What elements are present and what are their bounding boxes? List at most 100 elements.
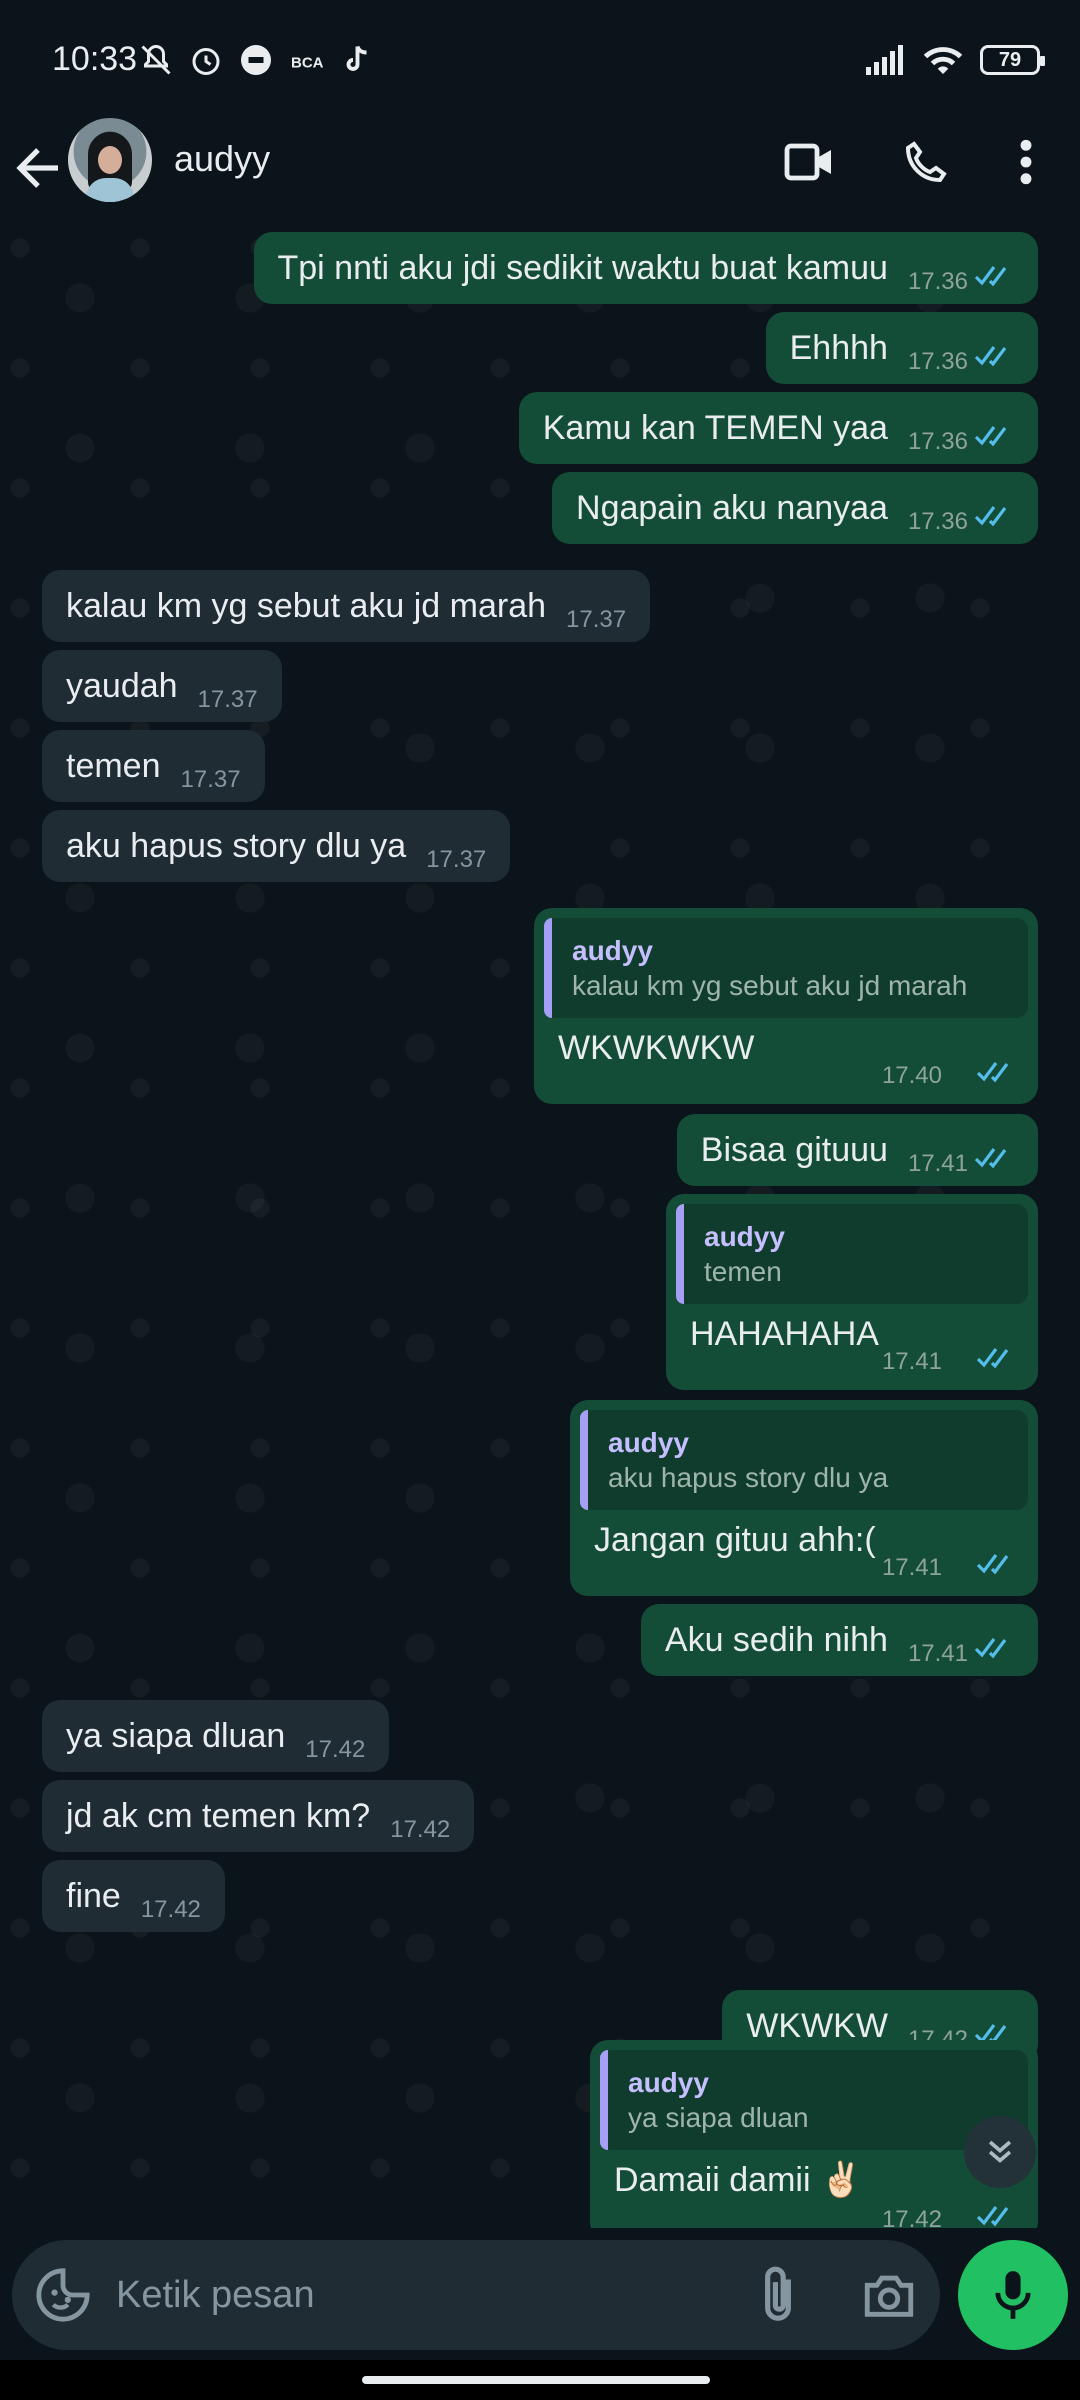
quoted-sender: audyy — [572, 935, 653, 966]
message-time: 17.37 — [426, 846, 487, 873]
app-notification-icon — [241, 45, 271, 75]
message-input[interactable]: Ketik pesan — [116, 2274, 315, 2317]
message-outgoing[interactable]: Tpi nnti aku jdi sedikit waktu buat kamu… — [253, 232, 1038, 304]
video-call-icon — [784, 143, 831, 181]
attach-icon — [765, 2266, 791, 2321]
message-outgoing[interactable]: Kamu kan TEMEN yaa 17.36 — [518, 392, 1038, 464]
message-time: 17.41 — [881, 1348, 942, 1375]
emoji-button[interactable] — [34, 2266, 92, 2324]
more-vert-icon — [1020, 139, 1032, 185]
message-outgoing-reply[interactable]: audyy temen HAHAHAHA 17.41 — [666, 1194, 1038, 1390]
voice-record-button[interactable] — [958, 2240, 1068, 2350]
scroll-to-bottom-button[interactable] — [964, 2116, 1036, 2188]
message-time: 17.42 — [305, 1736, 366, 1763]
svg-text:BCA: BCA — [291, 55, 324, 72]
message-text: ya siapa dluan — [66, 1717, 286, 1755]
message-text: kalau km yg sebut aku jd marah — [66, 587, 547, 625]
voice-call-button[interactable] — [896, 132, 956, 192]
chat-area[interactable]: Tpi nnti aku jdi sedikit waktu buat kamu… — [0, 228, 1080, 2228]
message-text: Ehhhh — [789, 329, 888, 367]
status-time: 10:33 — [52, 40, 138, 78]
chevrons-down-icon — [988, 2140, 1012, 2163]
back-button[interactable] — [14, 130, 66, 206]
quoted-message[interactable]: audyy ya siapa dluan — [600, 2050, 1028, 2150]
message-time: 17.36 — [907, 428, 968, 455]
message-text: fine — [66, 1877, 121, 1915]
read-receipt-icon — [974, 416, 1014, 456]
message-text: Ngapain aku nanyaa — [576, 489, 888, 527]
phone-icon — [905, 141, 947, 183]
quoted-sender: audyy — [628, 2067, 709, 2098]
message-outgoing-reply[interactable]: audyy aku hapus story dlu ya Jangan gitu… — [570, 1400, 1038, 1596]
quoted-text: aku hapus story dlu ya — [608, 1462, 889, 1493]
quoted-message[interactable]: audyy kalau km yg sebut aku jd marah — [544, 918, 1028, 1018]
camera-icon — [864, 2275, 914, 2317]
message-time: 17.40 — [881, 1062, 942, 1089]
message-incoming[interactable]: fine 17.42 — [42, 1860, 225, 1932]
read-receipt-icon — [976, 1052, 1016, 1092]
message-text: HAHAHAHA — [690, 1315, 879, 1353]
camera-button[interactable] — [860, 2266, 918, 2324]
message-time: 17.37 — [197, 686, 258, 713]
composer-bar: Ketik pesan — [0, 2228, 1080, 2360]
read-receipt-icon — [976, 2196, 1016, 2228]
message-outgoing[interactable]: Bisaa gituuu 17.41 — [676, 1114, 1038, 1186]
attach-button[interactable] — [750, 2264, 806, 2326]
message-incoming[interactable]: kalau km yg sebut aku jd marah 17.37 — [42, 570, 651, 642]
message-incoming[interactable]: ya siapa dluan 17.42 — [42, 1700, 390, 1772]
contact-name[interactable]: audyy — [174, 138, 270, 180]
message-incoming[interactable]: jd ak cm temen km? 17.42 — [42, 1780, 475, 1852]
message-outgoing[interactable]: Ehhhh 17.36 — [765, 312, 1038, 384]
message-outgoing-reply[interactable]: audyy kalau km yg sebut aku jd marah WKW… — [534, 908, 1038, 1104]
status-notification-icons: BCA — [138, 42, 374, 78]
message-time: 17.36 — [907, 348, 968, 375]
bank-app-icon: BCA — [291, 55, 324, 72]
message-outgoing[interactable]: Aku sedih nihh 17.41 — [640, 1604, 1038, 1676]
message-incoming[interactable]: aku hapus story dlu ya 17.37 — [42, 810, 511, 882]
wifi-icon — [923, 47, 963, 74]
back-arrow-icon — [16, 148, 58, 188]
home-indicator[interactable] — [362, 2376, 710, 2384]
message-text: Kamu kan TEMEN yaa — [542, 409, 888, 447]
message-time: 17.41 — [907, 1640, 968, 1667]
message-text: aku hapus story dlu ya — [66, 827, 407, 865]
message-outgoing[interactable]: Ngapain aku nanyaa 17.36 — [552, 472, 1038, 544]
read-receipt-icon — [974, 1138, 1014, 1178]
message-input-container[interactable]: Ketik pesan — [12, 2240, 940, 2350]
avatar[interactable] — [68, 118, 152, 202]
alarm-icon — [192, 48, 220, 75]
message-incoming[interactable]: temen 17.37 — [42, 730, 265, 802]
message-text: Jangan gituu ahh:( — [594, 1521, 876, 1559]
message-time: 17.36 — [907, 508, 968, 535]
message-text: yaudah — [66, 667, 178, 705]
message-time: 17.42 — [881, 2206, 942, 2228]
chat-header: audyy — [0, 110, 1080, 228]
more-options-button[interactable] — [996, 132, 1056, 192]
status-system-icons: 79 — [866, 44, 1045, 76]
read-receipt-icon — [974, 1628, 1014, 1668]
muted-bell-icon — [141, 44, 171, 75]
tiktok-icon — [346, 45, 367, 71]
message-incoming[interactable]: yaudah 17.37 — [42, 650, 282, 722]
message-time: 17.41 — [881, 1554, 942, 1581]
read-receipt-icon — [976, 1544, 1016, 1584]
message-time: 17.41 — [907, 1150, 968, 1177]
quoted-text: temen — [704, 1256, 782, 1287]
message-time: 17.42 — [140, 1896, 201, 1923]
quoted-message[interactable]: audyy aku hapus story dlu ya — [580, 1410, 1028, 1510]
read-receipt-icon — [974, 256, 1014, 296]
message-text: WKWKWKW — [558, 1029, 755, 1067]
quoted-text: kalau km yg sebut aku jd marah — [572, 970, 968, 1001]
message-time: 17.36 — [907, 268, 968, 295]
video-call-button[interactable] — [780, 132, 840, 192]
message-text: Tpi nnti aku jdi sedikit waktu buat kamu… — [277, 249, 888, 287]
status-bar: 10:33 BCA 79 — [0, 0, 1080, 120]
message-text: Damaii damii ✌🏻 — [614, 2161, 863, 2199]
message-text: temen — [66, 747, 161, 785]
quoted-sender: audyy — [608, 1427, 689, 1458]
message-text: Bisaa gituuu — [700, 1131, 888, 1169]
emoji-icon — [36, 2268, 90, 2322]
battery-indicator: 79 — [980, 45, 1045, 75]
quoted-message[interactable]: audyy temen — [676, 1204, 1028, 1304]
message-text: Aku sedih nihh — [664, 1621, 888, 1659]
